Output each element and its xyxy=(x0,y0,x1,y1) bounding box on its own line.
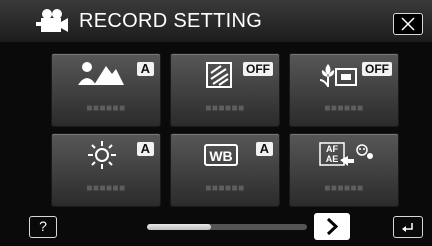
brightness-tile[interactable]: A ■■■■■■ xyxy=(52,134,160,206)
scene-select-icon xyxy=(76,60,128,90)
wb-label: WB xyxy=(209,148,232,164)
setting-value-label: ■■■■■■ xyxy=(86,183,126,194)
white-balance-icon: WB xyxy=(195,140,247,170)
off-badge: OFF xyxy=(362,62,392,76)
off-badge: OFF xyxy=(243,62,273,76)
ae-label: AE xyxy=(326,154,339,164)
setting-value-label: ■■■■■■ xyxy=(86,103,126,114)
af-ae-face-icon: AF AE xyxy=(318,140,378,170)
video-camera-icon xyxy=(36,8,70,34)
mode-badge: A xyxy=(136,62,154,76)
setting-value-label: ■■■■■■ xyxy=(324,103,364,114)
next-page-button[interactable] xyxy=(314,213,350,240)
scene-select-tile[interactable]: A ■■■■■■ xyxy=(52,54,160,126)
close-button[interactable] xyxy=(393,13,423,35)
scrollbar[interactable] xyxy=(147,224,307,230)
chevron-right-icon xyxy=(326,217,339,236)
page-title: RECORD SETTING xyxy=(79,10,263,32)
setting-value-label: ■■■■■■ xyxy=(205,183,245,194)
mode-badge: A xyxy=(255,142,273,156)
back-button[interactable] xyxy=(393,216,423,238)
tele-macro-tile[interactable]: OFF ■■■■■■ xyxy=(290,54,398,126)
brightness-icon xyxy=(76,140,128,170)
return-arrow-icon xyxy=(402,223,413,232)
setting-value-label: ■■■■■■ xyxy=(324,183,364,194)
af-ae-tile[interactable]: AF AE ■■■■■■ xyxy=(290,134,398,206)
scroll-thumb[interactable] xyxy=(147,224,211,230)
help-button[interactable]: ? xyxy=(29,216,57,238)
mode-badge: A xyxy=(136,142,154,156)
light-icon xyxy=(195,60,247,90)
title-bar: RECORD SETTING xyxy=(0,0,432,42)
af-label: AF xyxy=(326,144,338,154)
tele-macro-icon xyxy=(314,60,366,90)
light-tile[interactable]: OFF ■■■■■■ xyxy=(171,54,279,126)
setting-value-label: ■■■■■■ xyxy=(205,103,245,114)
white-balance-tile[interactable]: WB A ■■■■■■ xyxy=(171,134,279,206)
close-icon xyxy=(401,17,415,31)
